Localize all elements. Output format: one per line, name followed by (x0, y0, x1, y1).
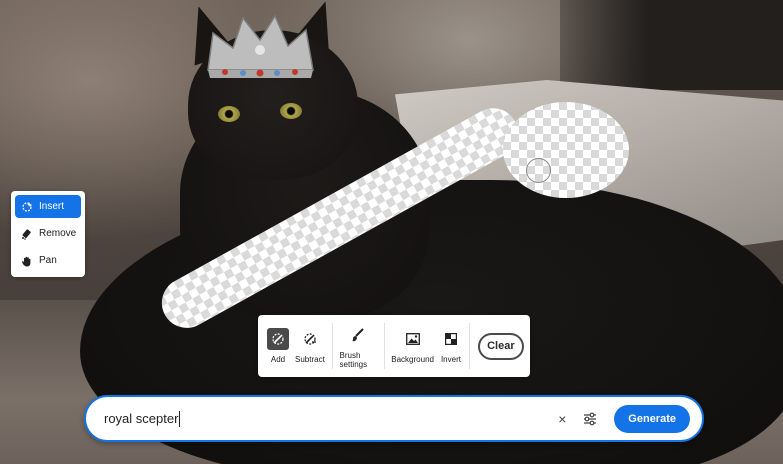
brush-icon (352, 327, 364, 341)
background-label: Background (391, 355, 434, 364)
cat-eye-right (280, 103, 302, 119)
crown-image (207, 14, 314, 78)
background-button[interactable]: Background (388, 322, 437, 370)
add-brush-button[interactable]: Add (264, 322, 292, 370)
toolbar-divider (331, 323, 333, 369)
toolbar-divider (383, 323, 385, 369)
tool-remove[interactable]: Remove (15, 222, 81, 245)
tool-insert-label: Insert (39, 201, 65, 212)
invert-icon (444, 333, 457, 345)
text-caret (179, 410, 181, 427)
pan-hand-icon (21, 256, 31, 266)
remove-icon (22, 228, 31, 240)
invert-label: Invert (440, 355, 461, 364)
prompt-text: royal scepter (104, 411, 179, 426)
subtract-brush-label: Subtract (295, 355, 325, 364)
clear-prompt-icon[interactable]: × (550, 407, 574, 431)
tool-menu: Insert Remove Pan (11, 191, 85, 277)
invert-button[interactable]: Invert (437, 322, 465, 370)
prompt-bar: royal scepter × Generate (84, 395, 704, 442)
generate-button[interactable]: Generate (614, 404, 690, 433)
background-dark-wall (560, 0, 783, 90)
mask-stroke-head (503, 102, 629, 198)
toolbar-divider (468, 323, 470, 369)
tool-pan-label: Pan (39, 255, 57, 266)
clear-button[interactable]: Clear (477, 332, 525, 360)
tool-insert[interactable]: Insert (15, 195, 81, 218)
brush-toolbar: Add Subtract Brush settings Background I… (258, 315, 530, 377)
tool-pan[interactable]: Pan (15, 249, 81, 272)
tool-remove-label: Remove (39, 228, 77, 239)
image-icon (405, 333, 420, 345)
prompt-input[interactable]: royal scepter (104, 397, 550, 440)
brush-settings-button[interactable]: Brush settings (337, 322, 380, 370)
insert-icon (22, 201, 32, 212)
settings-sliders-icon[interactable] (578, 407, 602, 431)
brush-settings-label: Brush settings (339, 350, 368, 369)
cat-eye-left (218, 106, 240, 122)
brush-cursor (526, 158, 551, 183)
subtract-brush-button[interactable]: Subtract (292, 322, 328, 370)
add-brush-label: Add (270, 355, 286, 364)
subtract-brush-icon (304, 333, 316, 345)
add-brush-icon (272, 333, 284, 345)
